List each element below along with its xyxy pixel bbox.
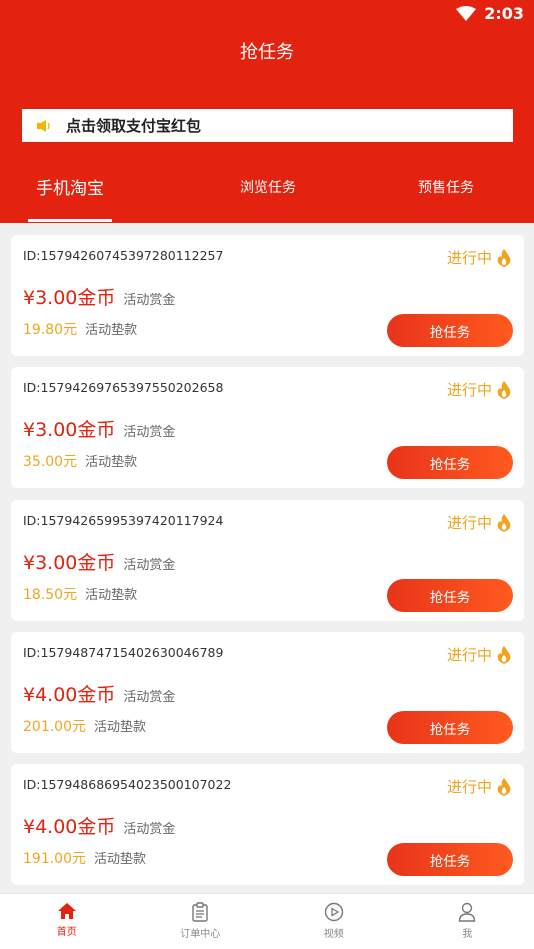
advance-label: 活动垫款 [94, 852, 147, 867]
advance-amount: 19.80元 [23, 322, 78, 338]
task-card: ID:15794269765397550202658 进行中 ¥3.00金币 活… [11, 367, 524, 488]
flame-icon [497, 248, 511, 267]
task-card: ID:15794868695402350010702​2 进行中 ¥4.00金币… [11, 764, 524, 885]
task-card: ID:15794260745397280112257 进行中 ¥3.00金币 活… [11, 235, 524, 356]
reward-amount: ¥4.00金币 [23, 684, 116, 706]
task-status: 进行中 [447, 512, 512, 533]
tab-presale-tasks[interactable]: 预售任务 [398, 177, 494, 197]
advance-label: 活动垫款 [85, 588, 138, 603]
task-status: 进行中 [447, 776, 512, 797]
task-id: ID:15794269765397550202658 [23, 380, 224, 395]
advance-amount: 18.50元 [23, 587, 78, 603]
flame-icon [497, 645, 511, 664]
status-text: 进行中 [446, 778, 492, 796]
task-id: ID:15794868695402350010702​2 [23, 777, 232, 792]
reward-amount: ¥3.00金币 [23, 287, 116, 309]
nav-label: 订单中心 [180, 929, 221, 940]
grab-task-button[interactable]: 抢任务 [387, 446, 513, 479]
wifi-icon [456, 5, 477, 21]
clipboard-icon [192, 902, 208, 922]
notice-banner[interactable]: 点击领取支付宝红包 [22, 109, 513, 142]
nav-label: 首页 [56, 927, 77, 938]
user-icon [459, 902, 476, 922]
header: 2:03 抢任务 点击领取支付宝红包 手机淘宝 浏览任务 预售任务 [0, 0, 534, 223]
advance-amount: 35.00元 [23, 454, 78, 470]
flame-icon [497, 380, 511, 399]
nav-orders[interactable]: 订单中心 [134, 894, 268, 949]
task-tabs: 手机淘宝 浏览任务 预售任务 [0, 165, 534, 223]
nav-label: 视频 [323, 929, 344, 940]
status-bar: 2:03 [0, 0, 534, 30]
reward-label: 活动赏金 [123, 690, 176, 705]
flame-icon [497, 777, 511, 796]
task-list: ID:15794260745397280112257 进行中 ¥3.00金币 活… [0, 223, 534, 893]
grab-task-button[interactable]: 抢任务 [387, 579, 513, 612]
reward-label: 活动赏金 [123, 425, 176, 440]
nav-video[interactable]: 视频 [267, 894, 401, 949]
task-status: 进行中 [447, 247, 512, 268]
grab-task-button[interactable]: 抢任务 [387, 711, 513, 744]
bottom-nav: 首页 订单中心 视频 我 [0, 893, 534, 949]
reward-label: 活动赏金 [123, 558, 176, 573]
task-status: 进行中 [447, 379, 512, 400]
tab-mobile-taobao[interactable]: 手机淘宝 [28, 174, 112, 199]
task-id: ID:15794260745397280112257 [23, 248, 224, 263]
active-tab-indicator [28, 219, 112, 222]
flame-icon [497, 513, 511, 532]
nav-me[interactable]: 我 [401, 894, 534, 949]
page-title: 抢任务 [240, 42, 294, 63]
play-icon [324, 902, 343, 922]
reward-label: 活动赏金 [123, 822, 176, 837]
advance-label: 活动垫款 [85, 323, 138, 338]
advance-amount: 201.00元 [23, 719, 86, 735]
task-status: 进行中 [447, 644, 512, 665]
nav-home[interactable]: 首页 [0, 894, 134, 949]
tab-browse-tasks[interactable]: 浏览任务 [220, 177, 316, 197]
task-card: ID:15794265995397420117924 进行中 ¥3.00金币 活… [11, 500, 524, 621]
grab-task-button[interactable]: 抢任务 [387, 843, 513, 876]
task-id: ID:15794874715402630046789 [23, 645, 224, 660]
advance-amount: 191.00元 [23, 851, 86, 867]
status-text: 进行中 [446, 249, 492, 267]
notice-text: 点击领取支付宝红包 [66, 117, 202, 135]
speaker-icon [36, 117, 54, 135]
status-text: 进行中 [446, 381, 492, 399]
reward-amount: ¥3.00金币 [23, 552, 116, 574]
task-id: ID:15794265995397420117924 [23, 513, 224, 528]
reward-label: 活动赏金 [123, 293, 176, 308]
home-icon [57, 903, 76, 919]
grab-task-button[interactable]: 抢任务 [387, 314, 513, 347]
task-card: ID:15794874715402630046789 进行中 ¥4.00金币 活… [11, 632, 524, 753]
reward-amount: ¥3.00金币 [23, 419, 116, 441]
advance-label: 活动垫款 [85, 455, 138, 470]
advance-label: 活动垫款 [94, 720, 147, 735]
status-text: 进行中 [446, 646, 492, 664]
status-time: 2:03 [484, 4, 524, 23]
nav-label: 我 [462, 929, 473, 940]
reward-amount: ¥4.00金币 [23, 816, 116, 838]
status-text: 进行中 [446, 514, 492, 532]
